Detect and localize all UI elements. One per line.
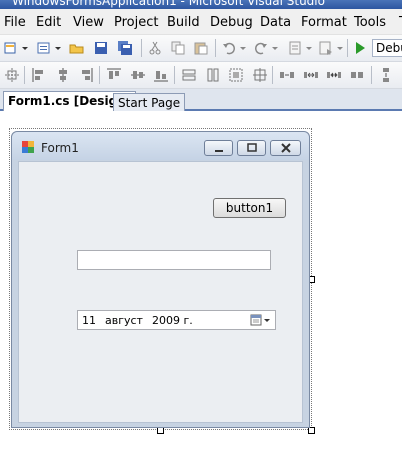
save-all-icon[interactable]: [117, 40, 133, 56]
align-to-grid-icon[interactable]: [4, 67, 20, 83]
align-rights-icon[interactable]: [78, 67, 94, 83]
textbox1[interactable]: [77, 250, 271, 270]
chevron-down-icon[interactable]: [239, 40, 247, 56]
window-title-bar: WindowsFormsApplication1 - Microsoft Vis…: [0, 0, 402, 9]
resize-handle-bottom[interactable]: [157, 427, 164, 434]
toolbar-separator: [371, 66, 372, 84]
minimize-button[interactable]: [204, 140, 233, 156]
standard-toolbar: Debu: [0, 35, 402, 62]
align-lefts-icon[interactable]: [31, 67, 47, 83]
add-item-icon[interactable]: [36, 40, 52, 56]
chevron-down-icon[interactable]: [305, 40, 313, 56]
menu-format[interactable]: Format: [301, 15, 347, 30]
form1-window[interactable]: Form1: [11, 131, 310, 428]
vertical-spacing-icon[interactable]: [378, 67, 394, 83]
cut-icon[interactable]: [147, 40, 163, 56]
paste-icon[interactable]: [193, 40, 209, 56]
tab-start-page[interactable]: Start Page: [113, 93, 186, 111]
chevron-down-icon[interactable]: [21, 40, 29, 56]
remove-horizontal-spacing-icon[interactable]: [349, 67, 365, 83]
document-tab-strip: Form1.cs [Design] Start Page: [0, 89, 402, 111]
toolbar-separator: [141, 39, 142, 57]
make-same-height-icon[interactable]: [205, 67, 221, 83]
horizontal-spacing-icon[interactable]: [279, 67, 295, 83]
menu-data[interactable]: Data: [260, 15, 291, 30]
toolbar-separator: [215, 39, 216, 57]
menu-debug[interactable]: Debug: [210, 15, 253, 30]
start-debugging-icon[interactable]: [352, 40, 368, 56]
date-year: 2009 г.: [152, 314, 193, 327]
form-icon: [22, 141, 34, 153]
menu-bar: File Edit View Project Build Debug Data …: [0, 9, 402, 35]
make-same-width-icon[interactable]: [181, 67, 197, 83]
menu-view[interactable]: View: [73, 15, 104, 30]
save-icon[interactable]: [93, 40, 109, 56]
make-same-size-icon[interactable]: [252, 67, 268, 83]
menu-tools[interactable]: Tools: [354, 15, 386, 30]
form1-title-bar: Form1: [12, 132, 309, 160]
open-folder-icon[interactable]: [69, 40, 85, 56]
menu-project[interactable]: Project: [114, 15, 158, 30]
toolbar-separator: [174, 66, 175, 84]
window-title: WindowsFormsApplication1 - Microsoft Vis…: [12, 0, 325, 8]
copy-icon[interactable]: [170, 40, 186, 56]
toolbar-separator: [24, 66, 25, 84]
redo-icon[interactable]: [253, 40, 269, 56]
menu-file[interactable]: File: [4, 15, 26, 30]
chevron-down-icon[interactable]: [336, 40, 344, 56]
date-day: 11: [82, 314, 96, 327]
menu-edit[interactable]: Edit: [36, 15, 61, 30]
layout-toolbar: [0, 62, 402, 89]
increase-horizontal-spacing-icon[interactable]: [303, 67, 319, 83]
toolbar-separator: [272, 66, 273, 84]
align-middles-icon[interactable]: [130, 67, 146, 83]
form1-title: Form1: [41, 141, 79, 155]
navigate-backward-icon[interactable]: [287, 40, 303, 56]
button1[interactable]: button1: [213, 198, 286, 218]
solution-configuration-combo[interactable]: Debu: [372, 39, 402, 57]
undo-icon[interactable]: [221, 40, 237, 56]
align-centers-icon[interactable]: [55, 67, 71, 83]
chevron-down-icon[interactable]: [54, 40, 62, 56]
align-bottoms-icon[interactable]: [153, 67, 169, 83]
align-tops-icon[interactable]: [106, 67, 122, 83]
toolbar-separator: [347, 39, 348, 57]
navigate-forward-icon[interactable]: [318, 40, 334, 56]
maximize-button[interactable]: [237, 140, 266, 156]
close-button[interactable]: [270, 140, 301, 156]
chevron-down-icon[interactable]: [271, 40, 279, 56]
date-time-picker[interactable]: 11 август 2009 г.: [77, 310, 276, 330]
menu-build[interactable]: Build: [167, 15, 200, 30]
resize-handle-bottom-right[interactable]: [308, 427, 315, 434]
new-project-icon[interactable]: [3, 40, 19, 56]
date-month: август: [105, 314, 143, 327]
toolbar-separator: [99, 66, 100, 84]
calendar-dropdown-icon[interactable]: [250, 313, 274, 328]
size-to-grid-icon[interactable]: [228, 67, 244, 83]
decrease-horizontal-spacing-icon[interactable]: [326, 67, 342, 83]
